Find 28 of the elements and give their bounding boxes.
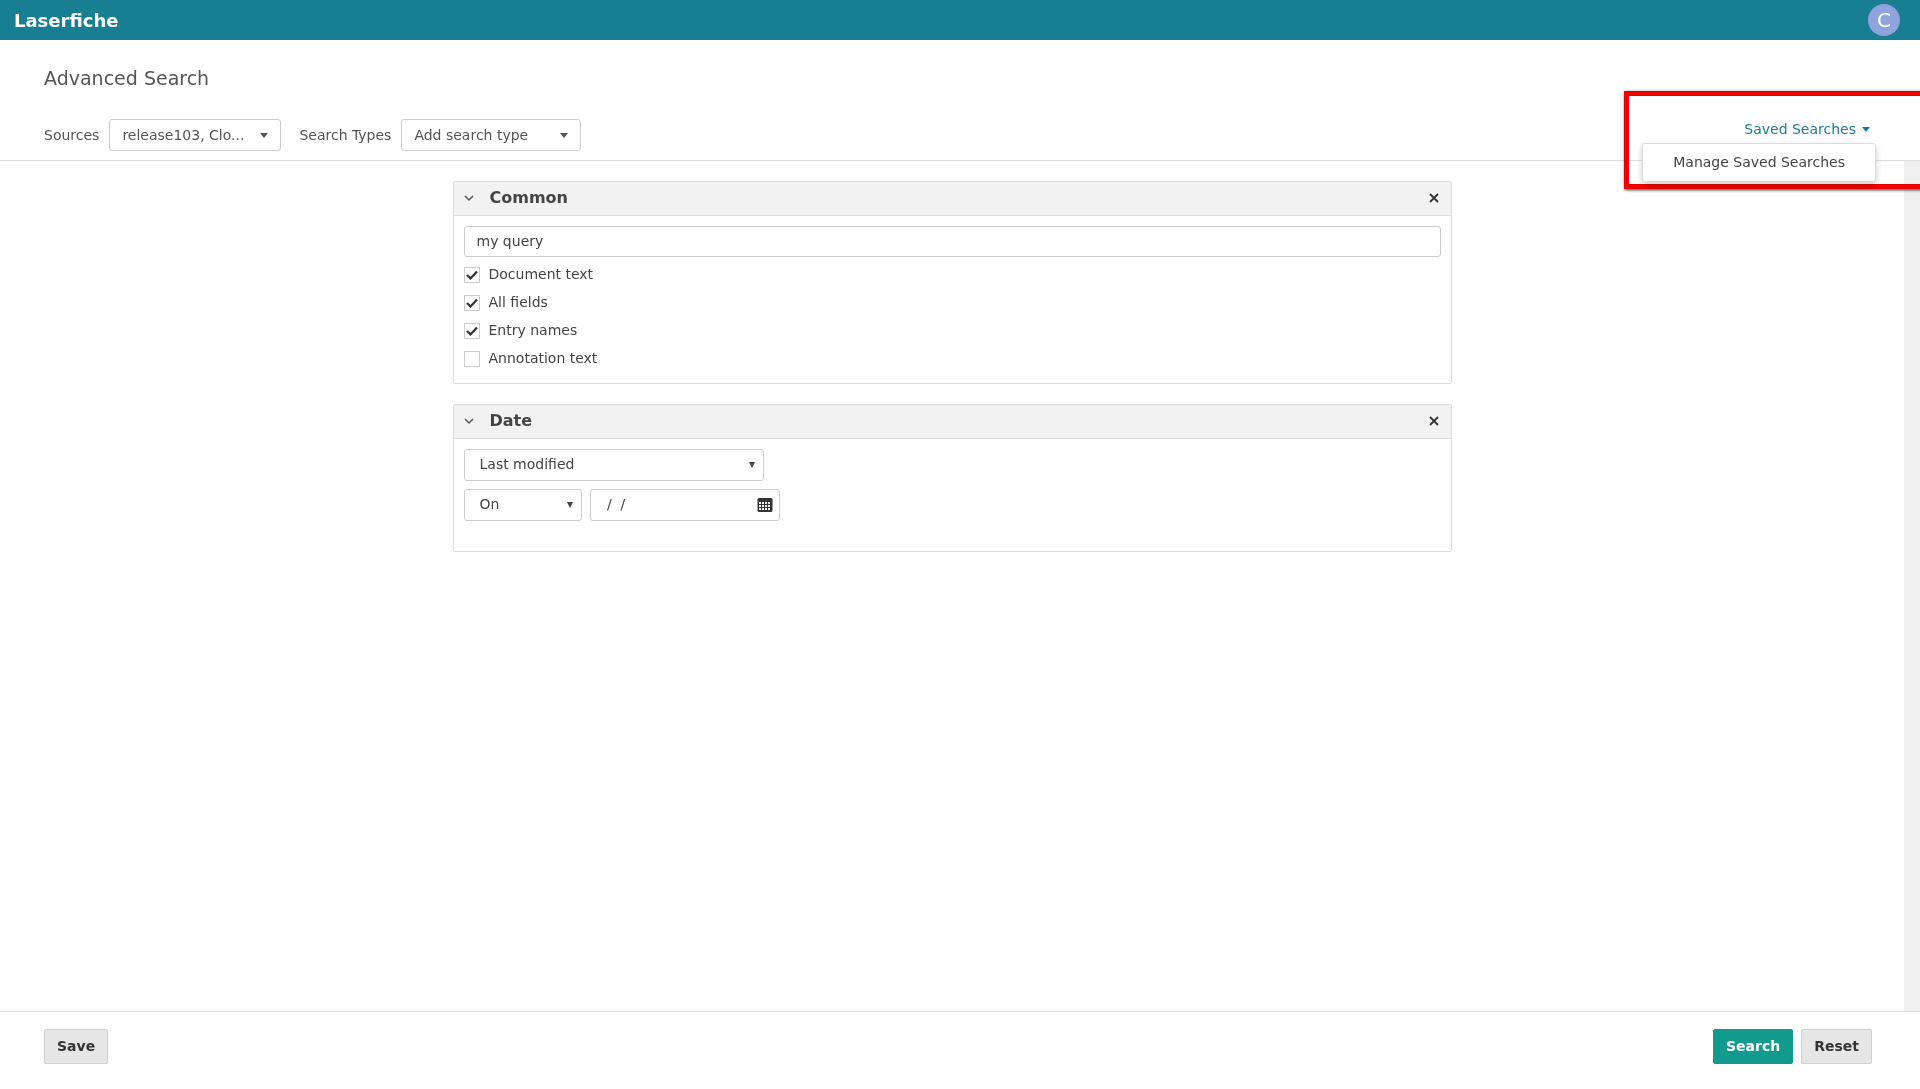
date-input-field[interactable]: / /	[589, 488, 780, 521]
save-button[interactable]: Save	[44, 1028, 109, 1064]
search-query-field[interactable]: my query	[463, 225, 1441, 257]
panel-title: Common	[489, 187, 569, 209]
panel-title: Date	[489, 410, 534, 432]
close-icon[interactable]	[1426, 191, 1441, 205]
checkbox[interactable]	[463, 266, 480, 283]
checkbox-label: Document text	[488, 265, 594, 284]
close-icon[interactable]	[1426, 414, 1441, 428]
checkbox-label: All fields	[488, 293, 548, 312]
checkbox[interactable]	[463, 350, 480, 367]
sources-dropdown[interactable]: release103, Clo...	[109, 119, 282, 151]
saved-searches-dropdown[interactable]: Saved Searches	[1738, 114, 1876, 144]
date-field-select[interactable]: Last modified	[463, 448, 764, 481]
checkbox-label: Annotation text	[488, 349, 598, 368]
scrollbar[interactable]	[1904, 160, 1920, 1011]
date-operator-select[interactable]: On	[463, 488, 582, 521]
checkbox[interactable]	[463, 294, 480, 311]
calendar-icon[interactable]	[756, 496, 773, 513]
checkbox-label: Entry names	[488, 321, 578, 340]
app-logo: Laserfiche	[14, 8, 119, 33]
checkbox[interactable]	[463, 322, 480, 339]
page-title: Advanced Search	[44, 67, 210, 89]
menu-item[interactable]: Manage Saved Searches	[1643, 147, 1875, 177]
search-types-label: Search Types	[299, 125, 392, 145]
search-type-dropdown[interactable]: Add search type	[401, 119, 582, 151]
secondary-action-button[interactable]: Reset	[1801, 1028, 1872, 1064]
sources-label: Sources	[44, 125, 100, 145]
